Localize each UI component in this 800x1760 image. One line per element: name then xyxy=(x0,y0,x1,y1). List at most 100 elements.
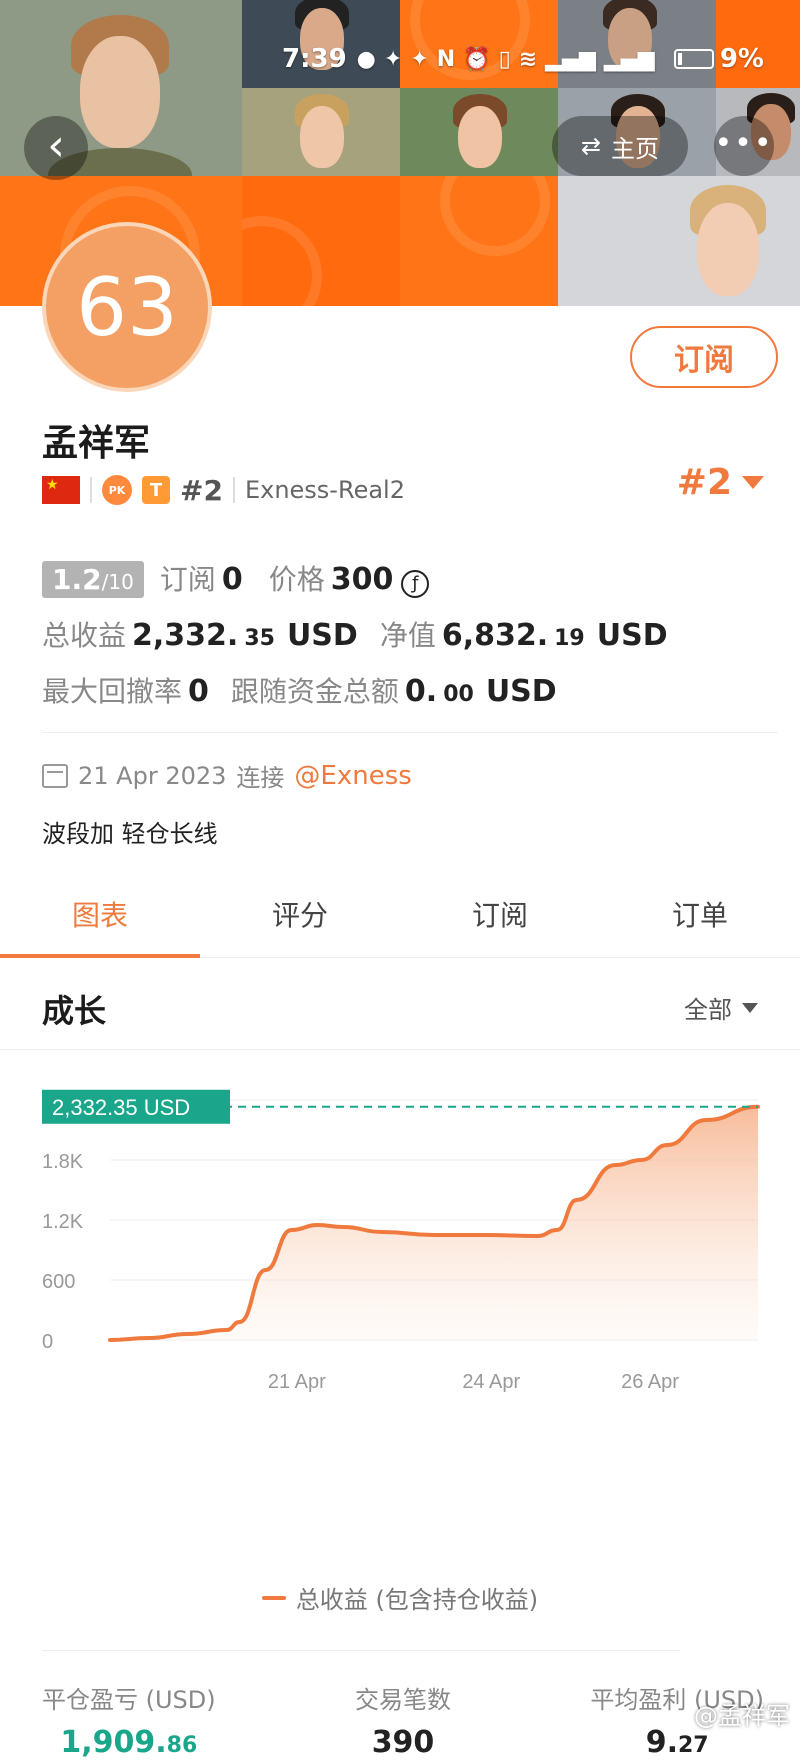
clock: 7:39 xyxy=(282,44,347,74)
chevron-left-icon: ‹ xyxy=(47,120,65,171)
alarm-icon: ⏰ xyxy=(463,46,491,72)
total-profit-dec: 35 xyxy=(244,626,275,651)
range-filter-dropdown[interactable]: 全部 xyxy=(684,990,758,1025)
battery: 9% xyxy=(673,44,764,74)
x-tick-label: 21 Apr xyxy=(268,1371,326,1393)
t-badge-icon: T xyxy=(142,476,170,504)
equity-label: 净值 xyxy=(379,619,436,652)
person-photo xyxy=(658,176,798,306)
subscribe-button[interactable]: 订阅 xyxy=(630,326,778,388)
swap-icon: ⇄ xyxy=(580,132,602,160)
y-tick-label: 1.2K xyxy=(42,1211,84,1233)
wechat-icon: ✦ xyxy=(383,46,403,72)
growth-chart[interactable]: 06001.2K1.8K2.4K 2,332.35 USD 21 Apr24 A… xyxy=(0,1070,800,1570)
trader-name: 孟祥军 xyxy=(42,423,151,464)
total-profit-label: 总收益 xyxy=(42,619,127,652)
pattern-tile xyxy=(242,176,400,306)
coin-icon: ƒ xyxy=(401,570,430,598)
max-drawdown-value: 0 xyxy=(188,674,209,709)
equity-currency: USD xyxy=(596,618,668,653)
broker-link[interactable]: @Exness xyxy=(294,761,411,791)
photo-tile xyxy=(400,88,558,176)
weibo-icon: ● xyxy=(356,46,376,72)
divider xyxy=(42,1650,680,1651)
vibrate-icon: ▯ xyxy=(498,46,511,72)
divider xyxy=(232,477,235,503)
nfc-icon: N xyxy=(436,46,456,72)
watermark: @孟祥军 xyxy=(694,1702,790,1730)
score-value: 1.2 xyxy=(52,563,102,596)
photo-tile xyxy=(558,176,800,306)
drawdown-row: 最大回撤率 0 跟随资金总额 0. 00 USD xyxy=(42,670,557,710)
tab-orders[interactable]: 订单 xyxy=(600,880,800,957)
stat-value: 1,909.86 xyxy=(60,1725,198,1760)
more-dots-icon: ••• xyxy=(714,126,774,161)
pattern-tile xyxy=(400,176,558,306)
y-tick-label: 600 xyxy=(42,1271,75,1293)
back-button[interactable]: ‹ xyxy=(24,116,88,180)
closed-pnl-stat: 平仓盈亏 (USD) 1,909.86 xyxy=(42,1680,216,1760)
total-profit-int: 2,332. xyxy=(132,618,239,653)
home-button[interactable]: ⇄ 主页 xyxy=(552,116,688,176)
divider xyxy=(90,477,92,503)
strategy-description: 波段加 轻仓长线 xyxy=(42,820,218,848)
trader-tags: PK T #2 Exness-Real2 xyxy=(42,470,405,510)
follow-funds-dec: 00 xyxy=(443,682,474,707)
wechat-icon: ✦ xyxy=(410,46,429,72)
avatar-number: 63 xyxy=(76,260,178,354)
connected-since: 21 Apr 2023 连接 @Exness xyxy=(42,758,412,793)
tab-chart[interactable]: 图表 xyxy=(0,880,200,958)
equity-int: 6,832. xyxy=(441,618,549,653)
stat-label: 平仓盈亏 (USD) xyxy=(42,1686,216,1714)
section-title: 成长 xyxy=(42,992,107,1030)
since-label: 连接 xyxy=(236,764,285,792)
follow-funds-label: 跟随资金总额 xyxy=(230,675,399,708)
summary-stats: 平仓盈亏 (USD) 1,909.86 交易笔数 390 平均盈利 (USD) … xyxy=(42,1680,764,1760)
chart-legend: 总收益 (包含持仓收益) xyxy=(0,1580,800,1615)
caret-down-icon xyxy=(742,476,764,489)
divider xyxy=(42,732,778,733)
profit-row: 总收益 2,332. 35 USD 净值 6,832. 19 USD xyxy=(42,614,668,654)
follow-funds-int: 0. xyxy=(404,674,438,709)
rank-big: #2 xyxy=(676,462,732,503)
status-icons: ● ✦ ✦ N ⏰ ▯ ≋ ▂▄▆ ▂▄▆ xyxy=(357,47,655,72)
total-profit-currency: USD xyxy=(286,618,358,653)
broker-account: Exness-Real2 xyxy=(244,476,405,504)
stat-value: 390 xyxy=(371,1725,435,1760)
legend-label: 总收益 (包含持仓收益) xyxy=(295,1586,539,1614)
person-photo xyxy=(430,88,530,176)
calendar-icon xyxy=(42,763,68,788)
china-flag-icon xyxy=(42,476,80,504)
x-tick-label: 24 Apr xyxy=(462,1371,520,1393)
more-button[interactable]: ••• xyxy=(714,116,774,176)
score-row: 1.2 /10 订阅 0 价格 300 ƒ xyxy=(42,558,430,598)
filter-label: 全部 xyxy=(684,996,732,1024)
pk-flame-icon[interactable]: PK xyxy=(102,475,132,505)
rank-dropdown[interactable]: #2 xyxy=(677,462,764,503)
battery-level: 9% xyxy=(719,44,764,74)
growth-section-header: 成长 全部 xyxy=(0,960,800,1050)
max-drawdown-label: 最大回撤率 xyxy=(42,675,183,708)
legend-swatch xyxy=(261,1595,286,1600)
caret-down-icon xyxy=(742,1002,758,1013)
current-value-label: 2,332.35 USD xyxy=(52,1095,190,1120)
subscriptions-label: 订阅 xyxy=(159,563,216,596)
stat-label: 交易笔数 xyxy=(355,1686,451,1714)
subscriptions-value: 0 xyxy=(221,562,243,597)
photo-tile xyxy=(242,88,400,176)
equity-dec: 19 xyxy=(554,626,585,651)
tab-rating[interactable]: 评分 xyxy=(200,880,400,957)
signal-icon: ▂▄▆ xyxy=(545,46,596,72)
y-tick-label: 1.8K xyxy=(42,1151,84,1173)
status-bar: 7:39 ● ✦ ✦ N ⏰ ▯ ≋ ▂▄▆ ▂▄▆ 9% xyxy=(282,40,764,78)
x-tick-label: 26 Apr xyxy=(621,1371,679,1393)
wifi-icon: ≋ xyxy=(518,46,538,72)
person-photo xyxy=(272,88,372,176)
price-label: 价格 xyxy=(268,563,325,596)
avatar[interactable]: 63 xyxy=(42,222,212,392)
series-area xyxy=(110,1106,758,1340)
price-value: 300 xyxy=(330,562,394,597)
tab-bar: 图表 评分 订阅 订单 xyxy=(0,880,800,958)
tab-subscriptions[interactable]: 订阅 xyxy=(400,880,600,957)
score-badge: 1.2 /10 xyxy=(42,561,144,598)
